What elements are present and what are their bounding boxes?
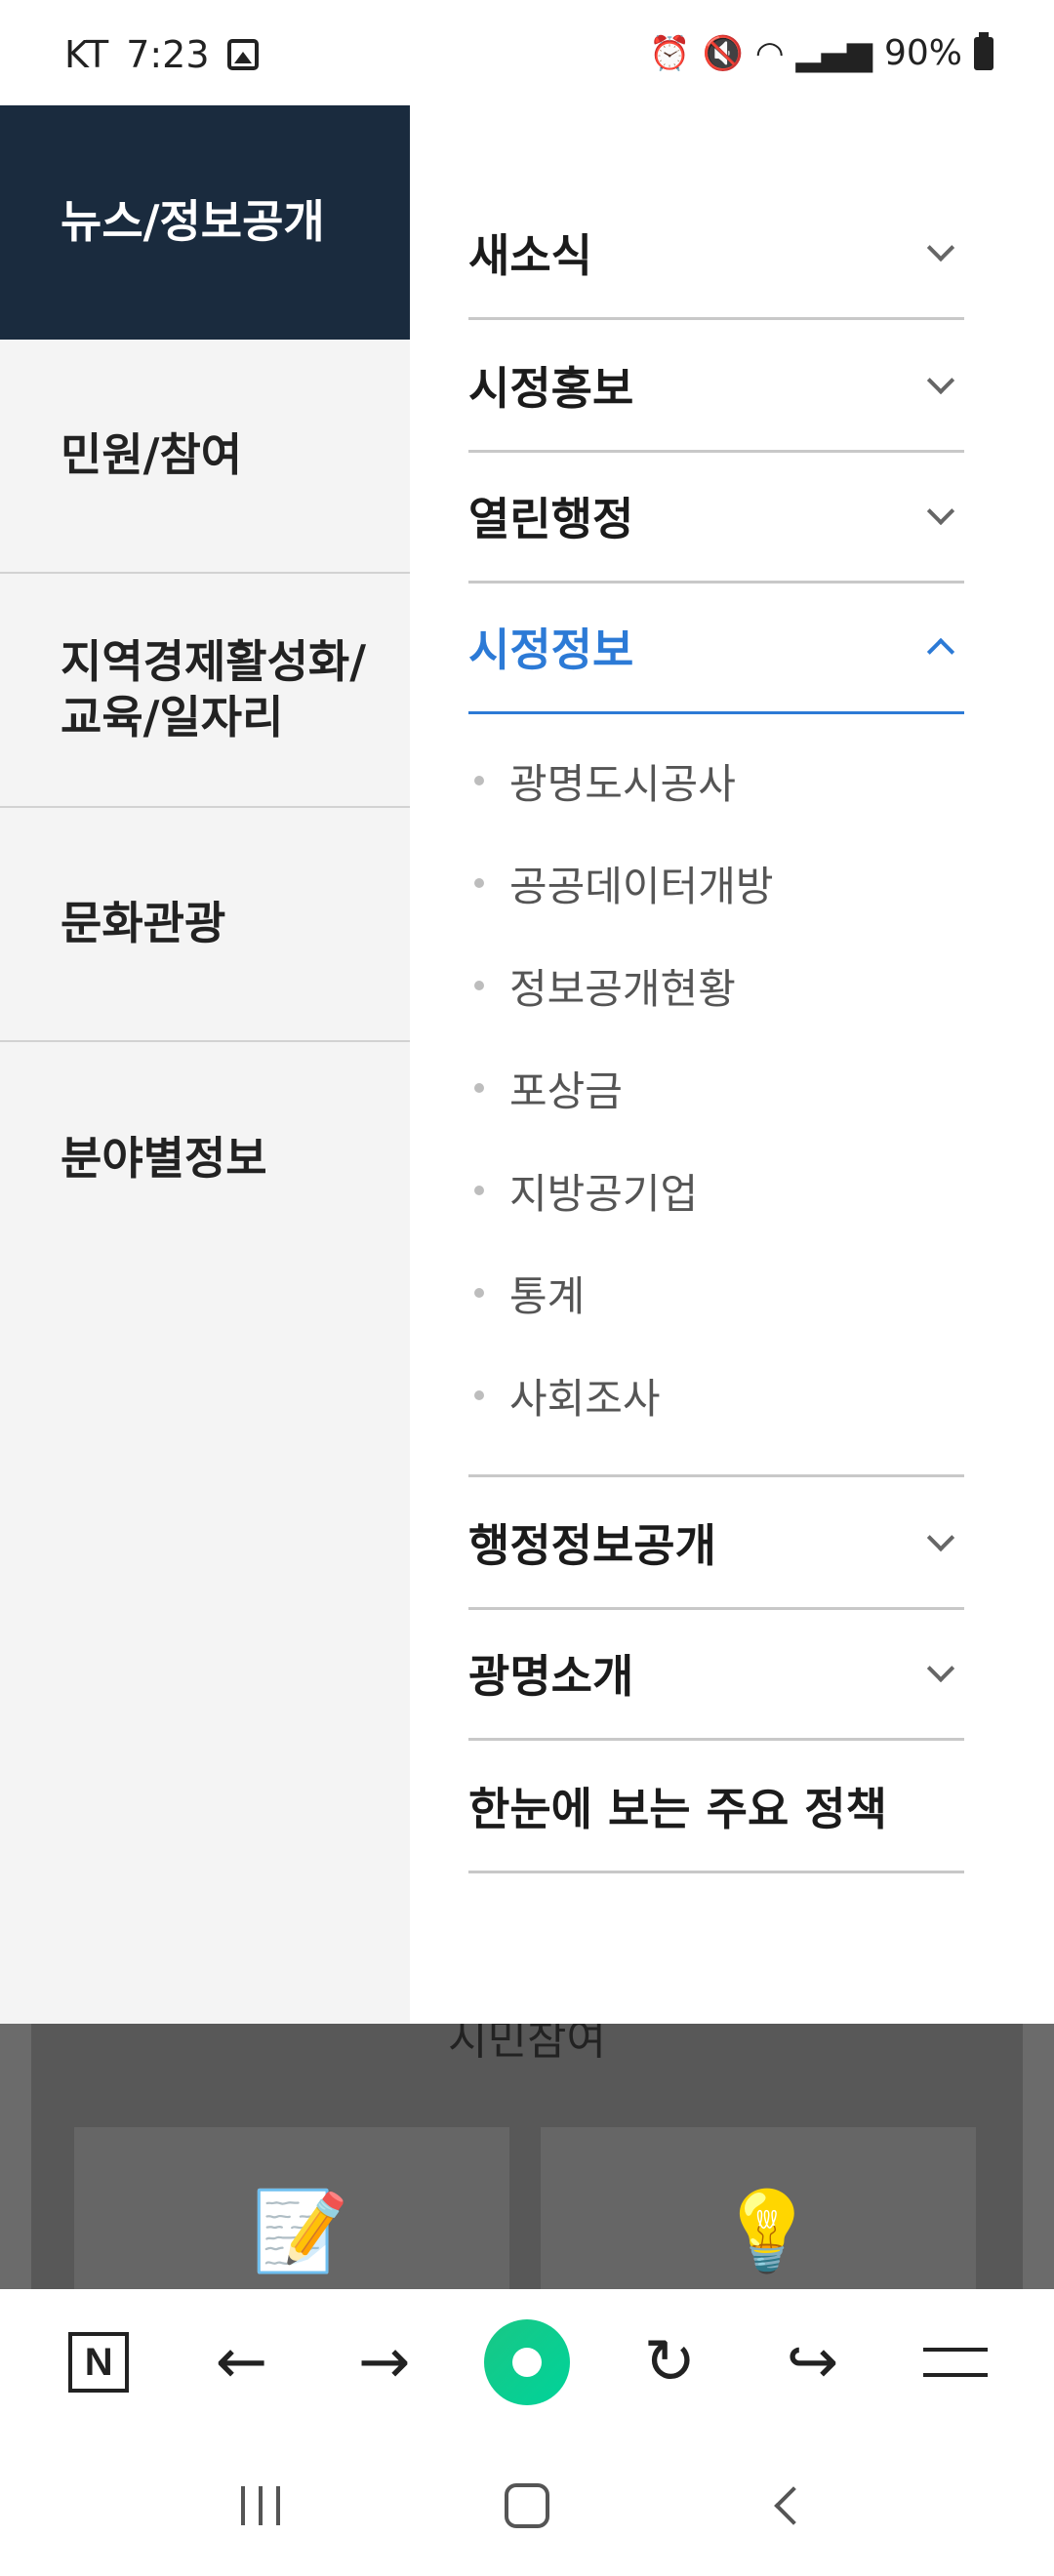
submenu-item-label: 공공데이터개방: [509, 862, 774, 910]
bullet-icon: [474, 776, 484, 785]
submenu-item[interactable]: 공공데이터개방: [468, 854, 773, 912]
system-home-button[interactable]: [478, 2483, 576, 2528]
submenu-item[interactable]: 광명도시공사: [468, 751, 736, 810]
clock: 7:23: [126, 33, 210, 76]
submenu-item[interactable]: 지방공기업: [468, 1161, 698, 1220]
chevron-down-icon: [926, 1654, 955, 1682]
status-left: KT 7:23: [64, 33, 259, 76]
system-back-button[interactable]: [745, 2486, 842, 2525]
battery-level: 90%: [883, 33, 962, 73]
bullet-icon: [474, 1288, 484, 1298]
refresh-icon: ↻: [643, 2326, 697, 2398]
recents-button[interactable]: [212, 2486, 309, 2525]
submenu-item[interactable]: 정보공개현황: [468, 956, 736, 1015]
category-fields[interactable]: 분야별정보: [0, 1042, 410, 1276]
arrow-right-icon: →: [357, 2326, 411, 2398]
category-label: 분야별정보: [61, 1132, 267, 1186]
category-news[interactable]: 뉴스/정보공개: [0, 105, 410, 340]
share-icon: ↪: [786, 2326, 839, 2398]
menu-item-label: 광명소개: [468, 1649, 634, 1703]
category-civil[interactable]: 민원/참여: [0, 340, 410, 574]
menu-button[interactable]: [909, 2315, 1002, 2409]
battery-icon: [974, 31, 993, 70]
submenu-item[interactable]: 포상금: [468, 1059, 623, 1117]
menu-item-news[interactable]: 새소식: [468, 187, 964, 320]
browser-toolbar: N ← → ↻ ↪: [0, 2289, 1054, 2435]
carrier-label: KT: [64, 33, 109, 76]
status-right: ⏰ 🔇 ◠ ▂▄▆ 90%: [649, 31, 993, 73]
menu-item-admin-disclosure[interactable]: 행정정보공개: [468, 1477, 964, 1610]
submenu-item-label: 통계: [509, 1271, 586, 1320]
category-economy[interactable]: 지역경제활성화/ 교육/일자리: [0, 574, 410, 808]
submenu-item-label: 사회조사: [509, 1374, 661, 1423]
menu-item-about-gwangmyeong[interactable]: 광명소개: [468, 1608, 964, 1741]
submenu-item-label: 포상금: [509, 1067, 623, 1115]
share-button[interactable]: ↪: [766, 2315, 860, 2409]
menu-item-label: 시정홍보: [468, 361, 634, 415]
arrow-left-icon: ←: [215, 2326, 268, 2398]
submenu-item[interactable]: 사회조사: [468, 1366, 661, 1425]
alarm-icon: ⏰: [649, 33, 691, 73]
wifi-icon: ◠: [754, 33, 785, 73]
naver-n-button[interactable]: N: [52, 2315, 145, 2409]
menu-item-label: 행정정보공개: [468, 1518, 716, 1572]
lightbulb-icon: 💡: [718, 2186, 816, 2276]
category-label: 뉴스/정보공개: [61, 195, 325, 249]
system-navigation-bar: [0, 2435, 1054, 2576]
submenu-item[interactable]: 통계: [468, 1264, 585, 1322]
recents-icon: [212, 2486, 309, 2525]
chevron-down-icon: [926, 233, 955, 262]
bullet-icon: [474, 981, 484, 990]
menu-item-key-policies[interactable]: 한눈에 보는 주요 정책: [468, 1741, 964, 1873]
hamburger-icon: [922, 2348, 988, 2377]
submenu-item-label: 지방공기업: [509, 1169, 699, 1218]
chevron-down-icon: [926, 1523, 955, 1551]
city-info-submenu: 광명도시공사 공공데이터개방 정보공개현황 포상금 지방공기업 통계 사회조사: [468, 714, 964, 1477]
category-sidebar: 뉴스/정보공개 민원/참여 지역경제활성화/ 교육/일자리 문화관광 분야별정보: [0, 105, 410, 2024]
home-square-icon: [504, 2483, 549, 2528]
menu-item-label: 한눈에 보는 주요 정책: [468, 1782, 887, 1835]
forward-arrow-button[interactable]: →: [338, 2315, 431, 2409]
menu-item-label: 새소식: [468, 228, 592, 282]
green-home-icon: [483, 2319, 570, 2405]
submenu-item-label: 광명도시공사: [509, 759, 736, 808]
bullet-icon: [474, 1083, 484, 1093]
mute-icon: 🔇: [702, 33, 744, 73]
category-label: 민원/참여: [61, 428, 243, 482]
category-culture[interactable]: 문화관광: [0, 808, 410, 1042]
category-label: 지역경제활성화/ 교육/일자리: [61, 634, 367, 745]
status-bar: KT 7:23 ⏰ 🔇 ◠ ▂▄▆ 90%: [0, 0, 1054, 105]
chevron-down-icon: [926, 497, 955, 525]
menu-item-promotion[interactable]: 시정홍보: [468, 320, 964, 453]
menu-item-label: 열린행정: [468, 492, 634, 545]
home-button[interactable]: [480, 2315, 574, 2409]
refresh-button[interactable]: ↻: [623, 2315, 716, 2409]
menu-item-label: 시정정보: [468, 623, 634, 676]
bullet-icon: [474, 878, 484, 888]
back-arrow-button[interactable]: ←: [194, 2315, 288, 2409]
category-label: 문화관광: [61, 897, 226, 950]
menu-item-open-admin[interactable]: 열린행정: [468, 451, 964, 584]
bullet-icon: [474, 1390, 484, 1400]
submenu-item-label: 정보공개현황: [509, 964, 736, 1013]
menu-item-city-info[interactable]: 시정정보: [468, 582, 964, 714]
signal-icon: ▂▄▆: [795, 33, 872, 73]
bullet-icon: [474, 1186, 484, 1195]
gallery-notification-icon: [226, 39, 259, 70]
back-chevron-icon: [774, 2486, 814, 2525]
chevron-up-icon: [926, 637, 955, 665]
chevron-down-icon: [926, 366, 955, 394]
n-logo-icon: N: [68, 2332, 130, 2393]
clipboard-icon: 📝: [252, 2186, 349, 2276]
